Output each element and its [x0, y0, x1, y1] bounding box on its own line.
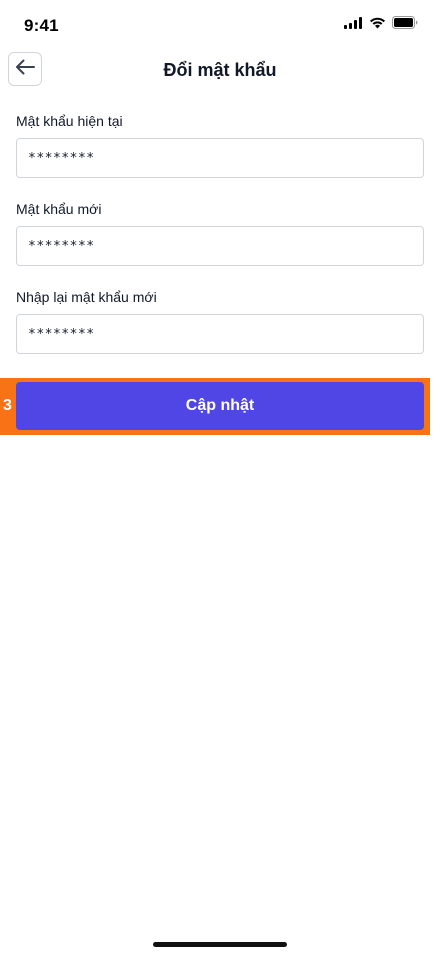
status-time: 9:41	[24, 16, 59, 35]
confirm-password-label: Nhập lại mật khẩu mới	[16, 289, 157, 305]
new-password-label: Mật khẩu mới	[16, 201, 102, 217]
change-password-form: Mật khẩu hiện tại ******** Mật khẩu mới …	[16, 113, 424, 377]
home-indicator	[153, 942, 287, 947]
status-icons	[344, 16, 418, 34]
page-title: Đổi mật khẩu	[163, 60, 277, 80]
new-password-field: Mật khẩu mới ********	[16, 201, 424, 266]
highlight-number: 3	[3, 397, 12, 414]
highlight-frame: 3 Cập nhật	[0, 378, 430, 435]
confirm-password-field: Nhập lại mật khẩu mới ********	[16, 289, 424, 354]
status-bar: 9:41	[0, 0, 440, 50]
signal-icon	[344, 16, 363, 34]
new-password-input[interactable]: ********	[16, 226, 424, 266]
battery-icon	[392, 16, 418, 34]
current-password-label: Mật khẩu hiện tại	[16, 113, 123, 129]
current-password-input[interactable]: ********	[16, 138, 424, 178]
confirm-password-input[interactable]: ********	[16, 314, 424, 354]
current-password-field: Mật khẩu hiện tại ********	[16, 113, 424, 178]
header: Đổi mật khẩu	[0, 50, 440, 90]
update-button[interactable]: Cập nhật	[16, 382, 424, 430]
wifi-icon	[369, 16, 386, 34]
